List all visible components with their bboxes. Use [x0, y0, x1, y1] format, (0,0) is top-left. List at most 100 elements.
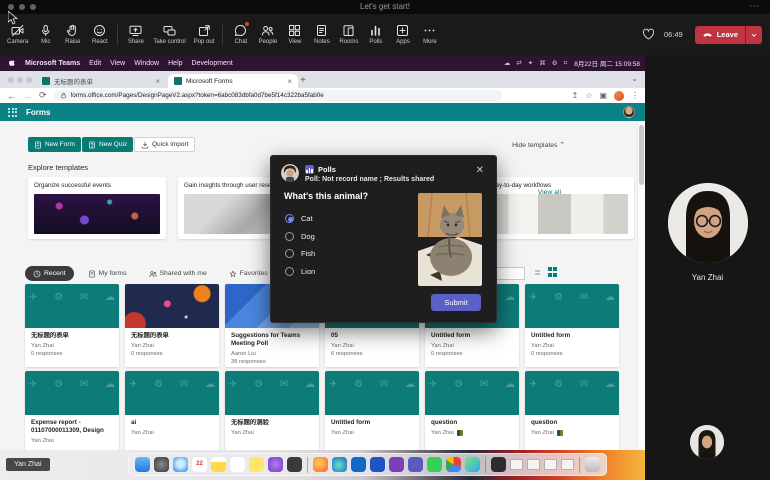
menubar-item-0[interactable]: Microsoft Teams: [25, 60, 80, 67]
grid-view-icon[interactable]: [547, 267, 557, 277]
toolbar-people-button[interactable]: People: [254, 14, 281, 55]
poll-option-dog[interactable]: Dog: [285, 228, 315, 246]
window-thumb-3-icon[interactable]: [544, 459, 557, 470]
extensions-icon[interactable]: ▣: [599, 91, 607, 100]
finder-icon[interactable]: [135, 457, 150, 472]
safari-icon[interactable]: [173, 457, 188, 472]
quick-import-button[interactable]: Quick import: [134, 137, 196, 152]
tab-close-icon[interactable]: ×: [287, 77, 292, 86]
tab-close-icon[interactable]: ×: [155, 77, 160, 86]
terminal-icon[interactable]: [491, 457, 506, 472]
menubar-item-1[interactable]: Edit: [89, 60, 101, 67]
menubar-item-3[interactable]: Window: [134, 60, 159, 67]
toolbar-raise-button[interactable]: Raise: [59, 14, 86, 55]
window-thumb-2-icon[interactable]: [527, 459, 540, 470]
new-tab-button[interactable]: +: [300, 75, 306, 86]
browser-menu-icon[interactable]: ⋮: [631, 91, 639, 100]
forms-tab-shared-with-me[interactable]: Shared with me: [141, 266, 215, 281]
forms-tab-favorites[interactable]: Favorites: [221, 266, 276, 281]
form-tile-10[interactable]: ✈ ⚙ ✉ ☁ ✎ question Yan Zhai: [425, 371, 519, 454]
calendar-icon[interactable]: 22: [192, 457, 207, 472]
form-tile-1[interactable]: 无标题的表单 Yan Zhai 0 responses: [125, 284, 219, 367]
toolbar-polls-button[interactable]: Polls: [362, 14, 389, 55]
poll-close-icon[interactable]: ✕: [476, 166, 484, 176]
form-tile-8[interactable]: ✈ ⚙ ✉ ☁ ✎ 无标题的测验 Yan Zhai: [225, 371, 319, 454]
menubar-status-icon-1[interactable]: ⇄: [516, 60, 521, 67]
window-more-icon[interactable]: ⋯: [749, 1, 760, 12]
address-bar[interactable]: forms.office.com/Pages/DesignPageV2.aspx…: [53, 90, 502, 101]
toolbar-chat-button[interactable]: Chat: [227, 14, 254, 55]
poll-option-lion[interactable]: Lion: [285, 263, 315, 281]
browser-minimize-icon[interactable]: [17, 77, 23, 83]
new-quiz-button[interactable]: New Quiz: [82, 137, 134, 152]
reactions-heart-icon[interactable]: [642, 28, 655, 41]
outlook-icon[interactable]: [351, 457, 366, 472]
chrome-icon[interactable]: [446, 457, 461, 472]
radio-unselected-icon[interactable]: [285, 231, 294, 241]
toolbar-rooms-button[interactable]: Rooms: [335, 14, 362, 55]
reminders-icon[interactable]: [230, 457, 245, 472]
account-avatar[interactable]: [623, 106, 635, 118]
menubar-item-4[interactable]: Help: [168, 60, 182, 67]
reload-icon[interactable]: ⟳: [39, 90, 47, 101]
forms-tab-recent[interactable]: Recent: [25, 266, 74, 281]
toolbar-take-control-button[interactable]: Take control: [149, 14, 189, 55]
menubar-item-5[interactable]: Development: [192, 60, 233, 67]
back-icon[interactable]: ←: [7, 91, 16, 101]
poll-submit-button[interactable]: Submit: [431, 294, 481, 311]
toolbar-view-button[interactable]: View: [281, 14, 308, 55]
leave-options-chevron-icon[interactable]: [746, 26, 762, 44]
launchpad-icon[interactable]: [154, 457, 169, 472]
app-launcher-waffle-icon[interactable]: [8, 107, 17, 117]
hide-templates-link[interactable]: Hide templates ⌃: [512, 141, 565, 149]
browser-profile-avatar[interactable]: [614, 90, 624, 101]
toolbar-share-button[interactable]: Share: [122, 14, 149, 55]
toolbar-notes-button[interactable]: Notes: [308, 14, 335, 55]
share-page-icon[interactable]: ↥: [572, 91, 579, 100]
bookmark-star-icon[interactable]: ☆: [585, 91, 592, 100]
form-tile-0[interactable]: ✈ ⚙ ✉ ☁ ✎ 无标题的表单 Yan Zhai 0 responses: [25, 284, 119, 367]
stickies-icon[interactable]: [249, 457, 264, 472]
menubar-status-icon-4[interactable]: ⚙: [552, 60, 558, 67]
browser-tab-0[interactable]: 无标题的表单 ×: [36, 74, 166, 88]
toolbar-more-button[interactable]: More: [416, 14, 443, 55]
toolbar-apps-button[interactable]: Apps: [389, 14, 416, 55]
apple-logo-icon[interactable]: [9, 59, 17, 68]
form-tile-7[interactable]: ✈ ⚙ ✉ ☁ ✎ ai Yan Zhai: [125, 371, 219, 454]
window-thumb-4-icon[interactable]: [561, 459, 574, 470]
form-tile-9[interactable]: ✈ ⚙ ✉ ☁ ✎ Untitled form Yan Zhai: [325, 371, 419, 454]
forms-tab-my-forms[interactable]: My forms: [80, 266, 135, 281]
template-card-2[interactable]: day-to-day workflows: [486, 177, 634, 239]
tab-search-chevron-icon[interactable]: ⌄: [631, 74, 638, 83]
form-tile-5[interactable]: ✈ ⚙ ✉ ☁ ✎ Untitled form Yan Zhai 0 response…: [525, 284, 619, 367]
firefox-icon[interactable]: [313, 457, 328, 472]
forward-icon[interactable]: →: [23, 91, 32, 101]
radio-unselected-icon[interactable]: [285, 249, 294, 259]
radio-unselected-icon[interactable]: [285, 266, 294, 276]
leave-main[interactable]: Leave: [695, 26, 745, 44]
menubar-datetime[interactable]: 8月22日 周二 15:09:58: [574, 58, 640, 68]
browser-close-icon[interactable]: [8, 77, 14, 83]
radio-selected-icon[interactable]: [285, 214, 294, 224]
toolbar-pop-out-button[interactable]: Pop out: [190, 14, 219, 55]
form-tile-6[interactable]: ✈ ⚙ ✉ ☁ ✎ Expense report - 01107000011309…: [25, 371, 119, 454]
leave-button[interactable]: Leave: [694, 25, 762, 44]
template-card-0[interactable]: Organize successful events: [28, 177, 166, 239]
menubar-status-icon-2[interactable]: ✦: [528, 60, 533, 67]
menubar-status-icon-3[interactable]: ⌘: [539, 60, 546, 67]
browser-zoom-icon[interactable]: [26, 77, 32, 83]
onenote-icon[interactable]: [389, 457, 404, 472]
teams-icon[interactable]: [408, 457, 423, 472]
word-icon[interactable]: [370, 457, 385, 472]
list-view-icon[interactable]: ≣: [534, 268, 541, 277]
notes-icon[interactable]: [211, 457, 226, 472]
menubar-status-icon-5[interactable]: ⌗: [564, 60, 568, 67]
poll-option-cat[interactable]: Cat: [285, 210, 315, 228]
wechat-icon[interactable]: [427, 457, 442, 472]
edge-icon[interactable]: [332, 457, 347, 472]
self-view-avatar[interactable]: [690, 425, 724, 459]
photo-booth-icon[interactable]: [287, 457, 302, 472]
trash-icon[interactable]: [585, 457, 600, 472]
scrollbar-thumb[interactable]: [639, 125, 644, 185]
toolbar-react-button[interactable]: React: [86, 14, 113, 55]
